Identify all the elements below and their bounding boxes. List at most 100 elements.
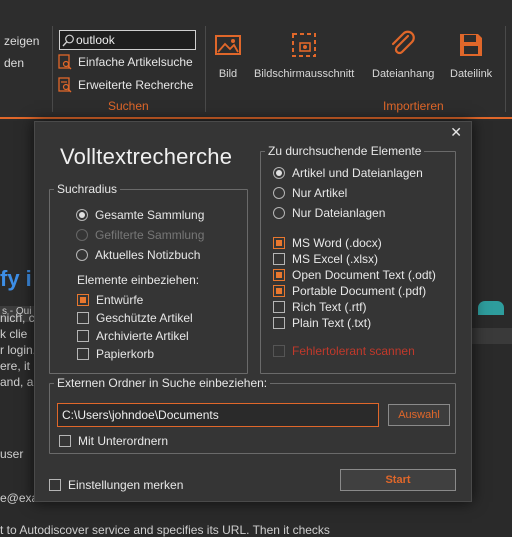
simple-search-link[interactable]: Einfache Artikelsuche — [58, 54, 193, 70]
radio-articles-and-attachments[interactable]: Artikel und Dateianlagen — [273, 166, 423, 180]
checkbox-label: Entwürfe — [96, 293, 144, 307]
start-button[interactable]: Start — [340, 469, 456, 491]
file-link-button[interactable]: Dateilink — [450, 30, 492, 80]
background-line: k clie — [0, 327, 28, 341]
radio-button[interactable] — [76, 209, 88, 221]
screenshot-button-label: Bildschirmausschnitt — [254, 68, 355, 80]
checkbox[interactable] — [273, 317, 285, 329]
ribbon-left-item[interactable]: zeigen — [4, 30, 50, 52]
search-value: outlook — [76, 33, 115, 47]
checkbox-pdf[interactable]: Portable Document (.pdf) — [273, 284, 426, 298]
ribbon-left-item[interactable]: den — [4, 52, 50, 74]
checkbox-label: Plain Text (.txt) — [292, 316, 372, 330]
checkbox[interactable] — [273, 345, 285, 357]
background-line: and, a — [0, 375, 34, 389]
radio-button[interactable] — [273, 207, 285, 219]
background-heading: fy i — [0, 266, 32, 291]
image-button-label: Bild — [218, 68, 238, 80]
checkbox-remember-settings[interactable]: Einstellungen merken — [49, 478, 183, 492]
checkbox-drafts[interactable]: Entwürfe — [77, 293, 143, 307]
checkbox-label: Geschützte Artikel — [96, 311, 193, 325]
checkbox-label: Archivierte Artikel — [96, 329, 189, 343]
floppy-disk-icon — [460, 34, 483, 56]
radio-filtered-collection: Gefilterte Sammlung — [76, 228, 204, 242]
radio-current-notebook[interactable]: Aktuelles Notizbuch — [76, 248, 200, 262]
screenshot-button[interactable]: Bildschirmausschnitt — [254, 30, 354, 80]
checkbox-archived[interactable]: Archivierte Artikel — [77, 329, 189, 343]
checkbox[interactable] — [59, 435, 71, 447]
checkbox-odt[interactable]: Open Document Text (.odt) — [273, 268, 436, 282]
radio-label: Gesamte Sammlung — [95, 208, 205, 222]
radio-button[interactable] — [273, 187, 285, 199]
search-elements-legend: Zu durchsuchende Elemente — [268, 144, 422, 158]
image-icon — [215, 35, 241, 55]
background-teal-marker — [478, 301, 504, 315]
image-button[interactable]: Bild — [213, 30, 243, 80]
file-link-button-label: Dateilink — [450, 68, 493, 80]
checkbox[interactable] — [273, 269, 285, 281]
checkbox-trash[interactable]: Papierkorb — [77, 347, 154, 361]
dialog-title: Volltextrecherche — [60, 144, 233, 169]
radio-label: Artikel und Dateianlagen — [292, 166, 423, 180]
background-toolbar — [472, 328, 512, 344]
attachment-button-label: Dateianhang — [372, 68, 435, 80]
checkbox-protected[interactable]: Geschützte Artikel — [77, 311, 193, 325]
checkbox-xlsx[interactable]: MS Excel (.xlsx) — [273, 252, 378, 266]
background-line: r login. — [0, 343, 37, 357]
checkbox-label: Mit Unterordnern — [78, 434, 169, 448]
ribbon-separator — [52, 26, 53, 112]
background-line: user — [0, 447, 24, 461]
import-group-label: Importieren — [383, 99, 444, 113]
checkbox-label: Portable Document (.pdf) — [292, 284, 427, 298]
search-input[interactable]: outlook — [59, 30, 196, 50]
checkbox-docx[interactable]: MS Word (.docx) — [273, 236, 382, 250]
include-elements-label: Elemente einbeziehen: — [77, 273, 200, 287]
radio-button[interactable] — [76, 249, 88, 261]
browse-button[interactable]: Auswahl — [388, 404, 450, 426]
fulltext-search-dialog: ✕ Volltextrecherche Suchradius Gesamte S… — [34, 121, 472, 502]
search-radius-legend: Suchradius — [57, 182, 118, 196]
checkbox-label: Einstellungen merken — [68, 478, 184, 492]
checkbox[interactable] — [273, 253, 285, 265]
background-line: nich, c — [0, 311, 35, 325]
checkbox-fault-tolerant[interactable]: Fehlertolerant scannen — [273, 344, 415, 358]
radio-button — [76, 229, 88, 241]
checkbox[interactable] — [273, 237, 285, 249]
background-line: e@exa — [0, 491, 39, 505]
close-icon[interactable]: ✕ — [450, 124, 462, 141]
simple-search-label: Einfache Artikelsuche — [78, 55, 193, 69]
background-line: t to Autodiscover service and specifies … — [0, 523, 330, 537]
folder-path-input[interactable]: C:\Users\johndoe\Documents — [57, 403, 379, 427]
checkbox[interactable] — [273, 301, 285, 313]
ribbon-separator — [505, 26, 506, 112]
search-group-label: Suchen — [108, 99, 149, 113]
ribbon: zeigen den outlook Einfache Artikelsuche… — [0, 0, 512, 119]
checkbox-label: MS Word (.docx) — [292, 236, 382, 250]
radio-articles-only[interactable]: Nur Artikel — [273, 186, 347, 200]
advanced-search-label: Erweiterte Recherche — [78, 78, 194, 92]
screenshot-icon — [292, 33, 317, 57]
search-icon — [62, 34, 74, 47]
checkbox-txt[interactable]: Plain Text (.txt) — [273, 316, 371, 330]
checkbox-subfolders[interactable]: Mit Unterordnern — [59, 434, 168, 448]
checkbox-rtf[interactable]: Rich Text (.rtf) — [273, 300, 366, 314]
checkbox[interactable] — [273, 285, 285, 297]
radio-button[interactable] — [273, 167, 285, 179]
checkbox-label: Rich Text (.rtf) — [292, 300, 367, 314]
checkbox-label: Papierkorb — [96, 347, 155, 361]
external-folder-legend: Externen Ordner in Suche einbeziehen: — [57, 376, 268, 390]
radio-whole-collection[interactable]: Gesamte Sammlung — [76, 208, 204, 222]
background-line: ere, it i — [0, 359, 37, 373]
checkbox[interactable] — [77, 294, 89, 306]
attachment-button[interactable]: Dateianhang — [372, 30, 434, 80]
checkbox[interactable] — [77, 312, 89, 324]
checkbox-label: Open Document Text (.odt) — [292, 268, 436, 282]
advanced-search-link[interactable]: Erweiterte Recherche — [58, 77, 193, 93]
radio-label: Gefilterte Sammlung — [95, 228, 205, 242]
checkbox[interactable] — [77, 330, 89, 342]
checkbox[interactable] — [77, 348, 89, 360]
checkbox[interactable] — [49, 479, 61, 491]
radio-label: Nur Artikel — [292, 186, 348, 200]
paperclip-icon — [392, 30, 415, 55]
radio-attachments-only[interactable]: Nur Dateianlagen — [273, 206, 385, 220]
